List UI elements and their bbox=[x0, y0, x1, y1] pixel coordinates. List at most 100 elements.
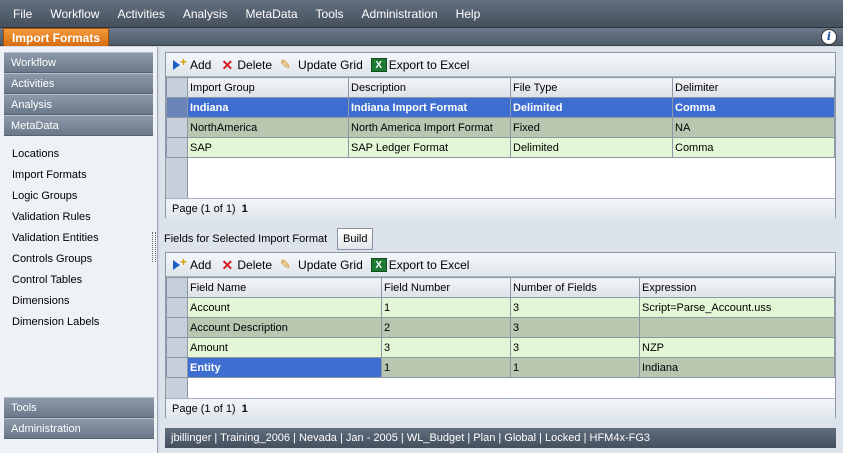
table-row[interactable]: NorthAmerica North America Import Format… bbox=[166, 117, 835, 138]
col-field-number[interactable]: Field Number bbox=[381, 277, 511, 298]
table-row[interactable]: Indiana Indiana Import Format Delimited … bbox=[166, 97, 835, 118]
update-grid-button[interactable]: ✎ Update Grid bbox=[280, 57, 363, 72]
grid-header-row: Import Group Description File Type Delim… bbox=[166, 77, 835, 98]
col-file-type[interactable]: File Type bbox=[510, 77, 673, 98]
sidebar-section-workflow[interactable]: Workflow bbox=[4, 52, 153, 73]
cell[interactable]: Indiana Import Format bbox=[348, 97, 511, 118]
table-row[interactable]: Entity 1 1 Indiana bbox=[166, 357, 835, 378]
cell[interactable]: 3 bbox=[510, 297, 640, 318]
cell[interactable]: SAP Ledger Format bbox=[348, 137, 511, 158]
row-selector[interactable] bbox=[166, 357, 188, 378]
cell[interactable]: NorthAmerica bbox=[187, 117, 349, 138]
add-button[interactable]: Add bbox=[172, 55, 211, 72]
cell[interactable]: North America Import Format bbox=[348, 117, 511, 138]
sidebar-section-metadata[interactable]: MetaData bbox=[4, 115, 153, 136]
col-number-of-fields[interactable]: Number of Fields bbox=[510, 277, 640, 298]
cell[interactable]: Account Description bbox=[187, 317, 382, 338]
export-excel-button[interactable]: X Export to Excel bbox=[370, 257, 469, 272]
sidebar-item-control-tables[interactable]: Control Tables bbox=[0, 270, 157, 291]
cell[interactable]: Entity bbox=[187, 357, 382, 378]
cell[interactable] bbox=[639, 317, 835, 338]
delete-icon: ✕ bbox=[221, 56, 234, 73]
cell[interactable]: Comma bbox=[672, 137, 835, 158]
row-selector[interactable] bbox=[166, 297, 188, 318]
menu-analysis[interactable]: Analysis bbox=[174, 0, 237, 28]
sidebar-item-dimensions[interactable]: Dimensions bbox=[0, 291, 157, 312]
main-content: Add ✕Delete ✎Update Grid XExport to Exce… bbox=[160, 47, 843, 453]
cell[interactable]: NA bbox=[672, 117, 835, 138]
col-description[interactable]: Description bbox=[348, 77, 511, 98]
fields-pager: Page (1 of 1) 1 bbox=[166, 398, 835, 418]
row-selector[interactable] bbox=[166, 97, 188, 118]
add-button[interactable]: Add bbox=[172, 255, 211, 272]
sidebar-item-import-formats[interactable]: Import Formats bbox=[0, 165, 157, 186]
cell[interactable]: Delimited bbox=[510, 97, 673, 118]
cell[interactable]: Indiana bbox=[639, 357, 835, 378]
col-field-name[interactable]: Field Name bbox=[187, 277, 382, 298]
row-selector[interactable] bbox=[166, 117, 188, 138]
status-bar: jbillinger | Training_2006 | Nevada | Ja… bbox=[165, 428, 836, 448]
page-number[interactable]: 1 bbox=[242, 203, 248, 215]
sidebar-item-dimension-labels[interactable]: Dimension Labels bbox=[0, 312, 157, 333]
fields-section-label: Fields for Selected Import Format bbox=[164, 233, 328, 245]
table-row[interactable]: Account Description 2 3 bbox=[166, 317, 835, 338]
update-grid-button[interactable]: ✎ Update Grid bbox=[280, 257, 363, 272]
grid-empty-area bbox=[166, 378, 835, 398]
cell[interactable]: 1 bbox=[381, 297, 511, 318]
delete-button[interactable]: ✕ Delete bbox=[219, 58, 272, 72]
cell[interactable]: 1 bbox=[381, 357, 511, 378]
menu-administration[interactable]: Administration bbox=[353, 0, 447, 28]
cell[interactable]: 1 bbox=[510, 357, 640, 378]
sidebar-section-administration[interactable]: Administration bbox=[4, 418, 154, 439]
cell[interactable]: SAP bbox=[187, 137, 349, 158]
table-row[interactable]: Amount 3 3 NZP bbox=[166, 337, 835, 358]
menu-workflow[interactable]: Workflow bbox=[41, 0, 108, 28]
delete-button[interactable]: ✕ Delete bbox=[219, 258, 272, 272]
menu-metadata[interactable]: MetaData bbox=[237, 0, 307, 28]
row-selector[interactable] bbox=[166, 317, 188, 338]
build-button[interactable]: Build bbox=[337, 228, 374, 250]
info-icon[interactable]: i bbox=[821, 29, 837, 45]
cell[interactable]: Fixed bbox=[510, 117, 673, 138]
cell[interactable]: NZP bbox=[639, 337, 835, 358]
sidebar-item-controls-groups[interactable]: Controls Groups bbox=[0, 249, 157, 270]
row-selector[interactable] bbox=[166, 137, 188, 158]
cell[interactable]: 2 bbox=[381, 317, 511, 338]
grid-empty-area bbox=[166, 158, 835, 198]
table-row[interactable]: SAP SAP Ledger Format Delimited Comma bbox=[166, 137, 835, 158]
cell[interactable]: Delimited bbox=[510, 137, 673, 158]
menu-help[interactable]: Help bbox=[447, 0, 490, 28]
sidebar-item-validation-rules[interactable]: Validation Rules bbox=[0, 207, 157, 228]
delete-icon: ✕ bbox=[221, 256, 234, 273]
menu-tools[interactable]: Tools bbox=[307, 0, 353, 28]
sidebar-item-validation-entities[interactable]: Validation Entities bbox=[0, 228, 157, 249]
col-import-group[interactable]: Import Group bbox=[187, 77, 349, 98]
cell[interactable]: Comma bbox=[672, 97, 835, 118]
table-row[interactable]: Account 1 3 Script=Parse_Account.uss bbox=[166, 297, 835, 318]
grid-header-row: Field Name Field Number Number of Fields… bbox=[166, 277, 835, 298]
cell[interactable]: Indiana bbox=[187, 97, 349, 118]
cell[interactable]: 3 bbox=[510, 317, 640, 338]
row-selector[interactable] bbox=[166, 337, 188, 358]
menu-activities[interactable]: Activities bbox=[108, 0, 173, 28]
formats-pager: Page (1 of 1) 1 bbox=[166, 198, 835, 218]
sidebar-section-activities[interactable]: Activities bbox=[4, 73, 153, 94]
cell[interactable]: 3 bbox=[381, 337, 511, 358]
sidebar-section-tools[interactable]: Tools bbox=[4, 397, 154, 418]
sidebar-section-analysis[interactable]: Analysis bbox=[4, 94, 153, 115]
tab-import-formats[interactable]: Import Formats bbox=[3, 28, 110, 46]
import-formats-panel: Add ✕Delete ✎Update Grid XExport to Exce… bbox=[165, 52, 836, 218]
sidebar-item-locations[interactable]: Locations bbox=[0, 144, 157, 165]
cell[interactable]: Script=Parse_Account.uss bbox=[639, 297, 835, 318]
cell[interactable]: Amount bbox=[187, 337, 382, 358]
cell[interactable]: 3 bbox=[510, 337, 640, 358]
export-excel-button[interactable]: X Export to Excel bbox=[370, 57, 469, 72]
col-expression[interactable]: Expression bbox=[639, 277, 835, 298]
sidebar: Workflow Activities Analysis MetaData Lo… bbox=[0, 47, 158, 453]
cell[interactable]: Account bbox=[187, 297, 382, 318]
col-delimiter[interactable]: Delimiter bbox=[672, 77, 835, 98]
sidebar-splitter[interactable] bbox=[152, 232, 156, 262]
page-number[interactable]: 1 bbox=[242, 403, 248, 415]
sidebar-item-logic-groups[interactable]: Logic Groups bbox=[0, 186, 157, 207]
menu-file[interactable]: File bbox=[4, 0, 41, 28]
